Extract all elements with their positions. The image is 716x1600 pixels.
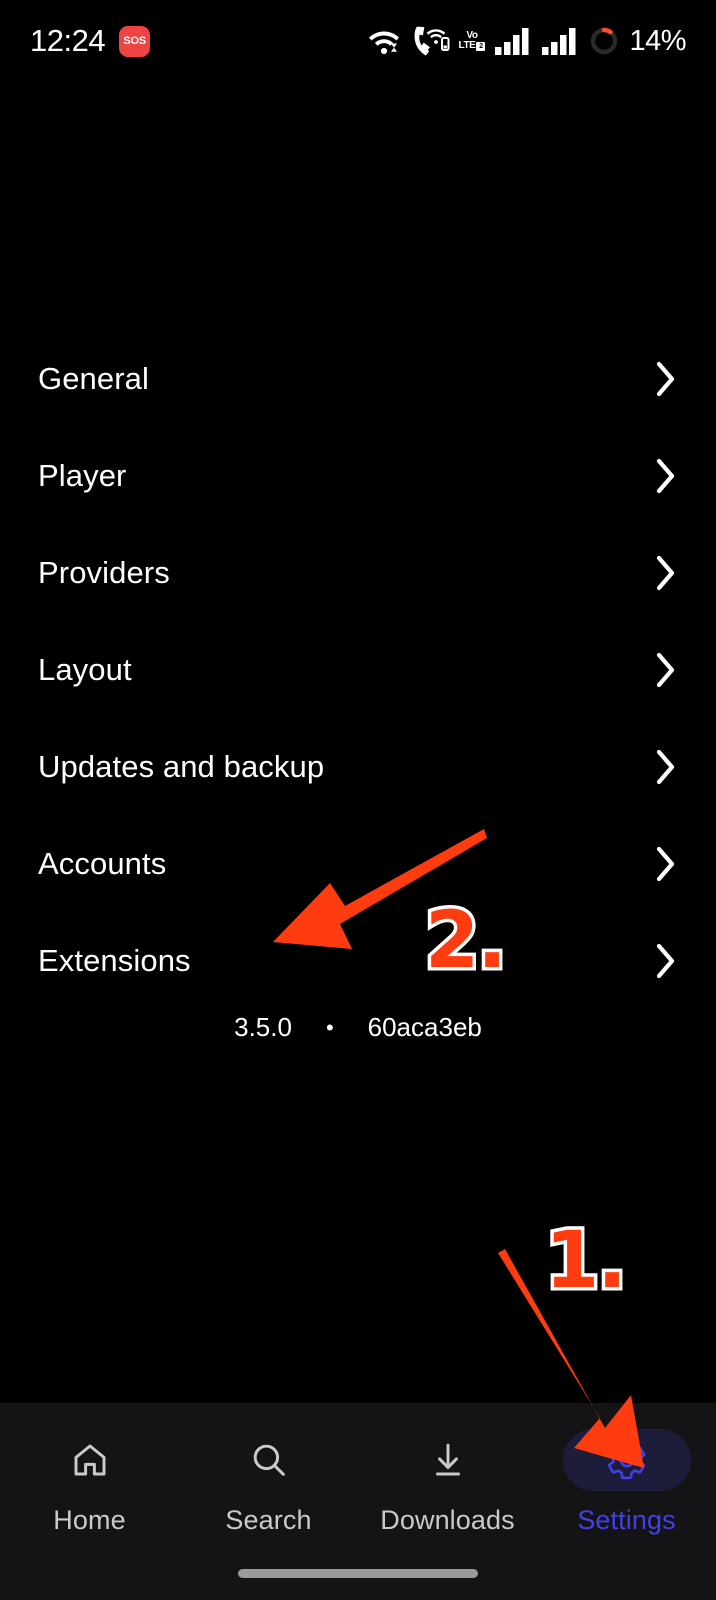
- settings-row-accounts[interactable]: Accounts: [0, 815, 716, 912]
- nav-tab-settings[interactable]: Settings: [537, 1403, 716, 1536]
- search-icon: [253, 1444, 285, 1476]
- chevron-right-icon: [656, 555, 675, 590]
- chevron-right-icon: [656, 749, 675, 784]
- app-build-hash: 60aca3eb: [367, 1012, 482, 1042]
- phone-screen: 12:24 SOS Vo LTE 2 14% General Player Pr…: [0, 0, 716, 1600]
- nav-tab-search[interactable]: Search: [179, 1403, 358, 1536]
- home-indicator: [238, 1569, 478, 1578]
- settings-row-providers[interactable]: Providers: [0, 524, 716, 621]
- nav-label-downloads: Downloads: [380, 1505, 515, 1535]
- nav-tab-downloads[interactable]: Downloads: [358, 1403, 537, 1536]
- settings-row-updates-and-backup[interactable]: Updates and backup: [0, 718, 716, 815]
- version-separator-dot: •: [325, 1014, 334, 1040]
- annotation-badge-1: 1.: [542, 1216, 631, 1306]
- nav-pill-home: [26, 1429, 154, 1491]
- settings-row-general[interactable]: General: [0, 330, 716, 427]
- status-bar: 12:24 SOS Vo LTE 2 14%: [0, 0, 716, 82]
- chevron-right-icon: [656, 458, 675, 493]
- settings-label-updates-and-backup: Updates and backup: [38, 748, 325, 784]
- settings-row-player[interactable]: Player: [0, 427, 716, 524]
- status-clock: 12:24: [30, 23, 106, 58]
- sos-badge-icon: SOS: [119, 25, 151, 57]
- settings-menu-list: General Player Providers Layout Updates: [0, 330, 716, 1009]
- app-version-number: 3.5.0: [234, 1012, 292, 1042]
- volte-icon: Vo LTE 2: [459, 31, 486, 51]
- settings-row-extensions[interactable]: Extensions: [0, 912, 716, 1009]
- nav-label-settings: Settings: [577, 1505, 676, 1535]
- settings-label-accounts: Accounts: [38, 845, 167, 881]
- app-version-line: 3.5.0 • 60aca3eb: [0, 1012, 716, 1043]
- nav-label-search: Search: [225, 1505, 312, 1535]
- gear-icon: [607, 1440, 645, 1480]
- chevron-right-icon: [656, 943, 675, 978]
- settings-label-layout: Layout: [38, 651, 132, 687]
- signal-bars-sim1-icon: [495, 28, 529, 55]
- status-bar-right: Vo LTE 2 14%: [367, 24, 686, 58]
- home-icon: [74, 1444, 105, 1476]
- nav-label-home: Home: [53, 1505, 126, 1535]
- volte-sim-number: 2: [476, 41, 486, 51]
- call-wifi-icon: [414, 26, 449, 56]
- nav-pill-search: [205, 1429, 333, 1491]
- settings-label-player: Player: [38, 457, 127, 493]
- nav-tab-home[interactable]: Home: [0, 1403, 179, 1536]
- settings-label-providers: Providers: [38, 554, 170, 590]
- chevron-right-icon: [656, 846, 675, 881]
- volte-bottom-label: LTE: [458, 40, 476, 51]
- nav-pill-downloads: [384, 1429, 512, 1491]
- battery-ring-icon: [591, 27, 618, 55]
- status-bar-left: 12:24 SOS: [30, 23, 151, 59]
- wifi-icon: [368, 31, 399, 55]
- settings-label-general: General: [38, 360, 149, 396]
- settings-label-extensions: Extensions: [38, 942, 191, 978]
- nav-pill-settings: [562, 1429, 691, 1491]
- download-icon: [435, 1443, 460, 1476]
- battery-percentage: 14%: [629, 24, 686, 57]
- bottom-navigation-bar: Home Search Downloads Settings: [0, 1403, 716, 1600]
- settings-row-layout[interactable]: Layout: [0, 621, 716, 718]
- chevron-right-icon: [656, 361, 675, 396]
- signal-bars-sim2-icon: [542, 28, 576, 55]
- volte-bottom-row: LTE 2: [459, 41, 486, 51]
- chevron-right-icon: [656, 652, 675, 687]
